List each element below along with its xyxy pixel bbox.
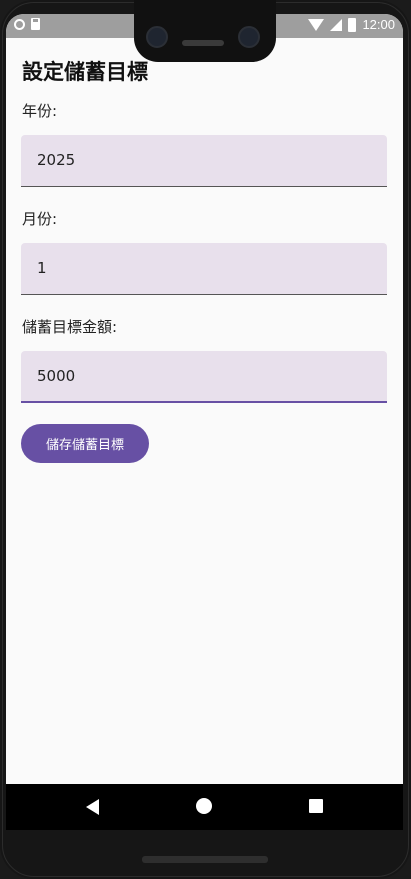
signal-icon [330,18,343,31]
phone-frame: 12:00 設定儲蓄目標 年份: 2025 月份: 1 儲蓄目標金額: 5000… [0,0,411,879]
month-input[interactable]: 1 [21,243,387,295]
page-title: 設定儲蓄目標 [22,60,148,84]
camera-notch [134,0,276,62]
back-icon[interactable] [86,799,99,815]
home-icon[interactable] [196,798,212,814]
earpiece-speaker [182,40,224,46]
goal-amount-input[interactable]: 5000 [21,351,387,403]
goal-amount-label: 儲蓄目標金額: [22,318,118,336]
year-value: 2025 [37,151,76,169]
front-camera-icon [146,26,168,48]
status-time: 12:00 [362,17,395,32]
save-goal-button[interactable]: 儲存儲蓄目標 [21,424,149,463]
front-camera-icon [238,26,260,48]
year-label: 年份: [22,102,58,120]
recent-apps-icon[interactable] [309,799,323,813]
goal-amount-value: 5000 [37,367,76,385]
sync-icon [14,18,25,30]
navigation-bar [6,784,403,830]
month-label: 月份: [22,210,58,228]
month-value: 1 [37,259,47,277]
wifi-icon [308,18,325,31]
sd-card-icon [31,18,40,30]
year-input[interactable]: 2025 [21,135,387,187]
bottom-speaker [142,856,268,863]
app-screen: 12:00 設定儲蓄目標 年份: 2025 月份: 1 儲蓄目標金額: 5000… [6,14,403,830]
battery-icon [348,17,357,32]
